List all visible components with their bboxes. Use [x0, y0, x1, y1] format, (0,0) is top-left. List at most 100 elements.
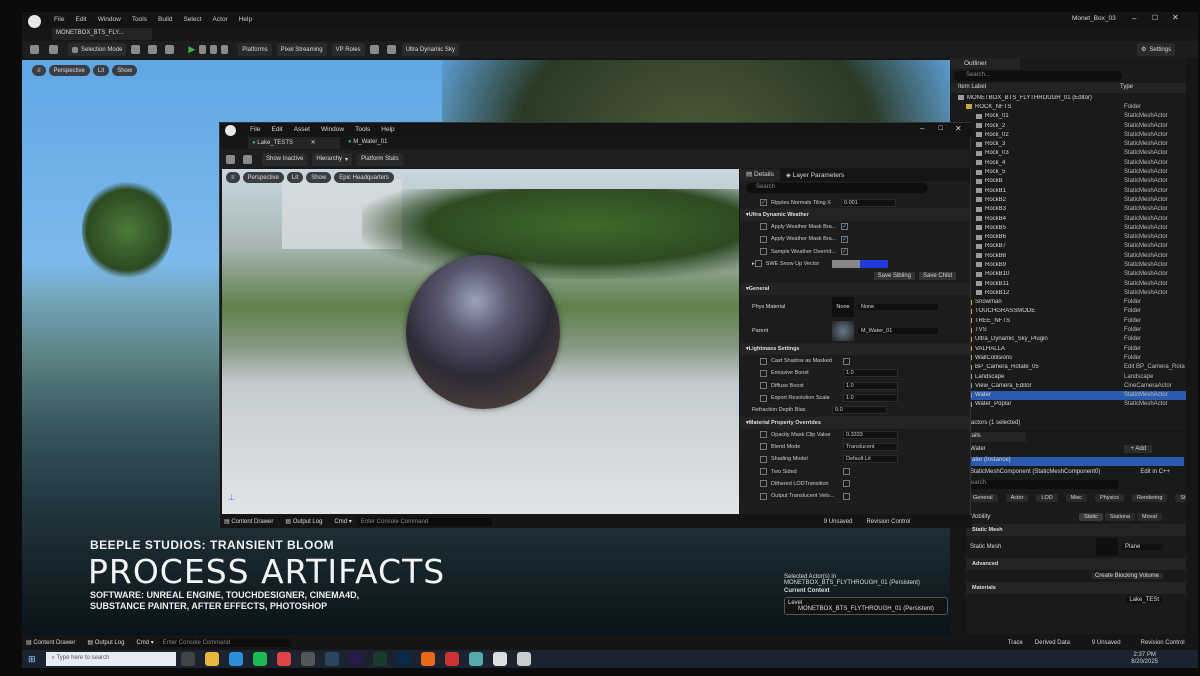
item-label-header[interactable]: Item Label	[958, 84, 1120, 92]
platform-stats-button[interactable]: Platform Stats	[357, 152, 403, 166]
details-tab-fg[interactable]: ▤ Details	[740, 169, 780, 181]
mpo-override-checkbox[interactable]	[760, 455, 767, 463]
mpo-override-checkbox[interactable]	[760, 431, 767, 439]
build-icon[interactable]	[369, 45, 379, 54]
unsaved-button[interactable]: 9 Unsaved	[1092, 640, 1121, 646]
outliner-row[interactable]: RockB4 StaticMeshActor	[958, 214, 1186, 223]
udw-row-1-checkbox[interactable]	[760, 223, 767, 231]
outliner-row[interactable]: ROCK_NFTS Folder	[958, 102, 1186, 111]
lightmass-value[interactable]: 1.0	[843, 394, 898, 403]
parent-dropdown[interactable]: M_Water_01	[858, 328, 938, 335]
hierarchy-button[interactable]: Hierarchy ▾	[312, 152, 353, 166]
parent-thumbnail[interactable]	[832, 321, 854, 342]
outliner-row[interactable]: RockB11 StaticMeshActor	[958, 279, 1186, 288]
outliner-row[interactable]: Rock_5 StaticMeshActor	[958, 167, 1186, 176]
udw-row-3-value[interactable]: ✓	[841, 248, 848, 256]
add-component-button[interactable]: + Add	[1124, 445, 1152, 453]
filter-rendering[interactable]: Rendering	[1132, 494, 1168, 502]
taskbar-search[interactable]: ⌕ Type here to search	[45, 652, 176, 666]
stop-icon[interactable]	[210, 45, 218, 54]
outliner-row[interactable]: Rock_4 StaticMeshActor	[958, 158, 1186, 167]
lightmass-override-checkbox[interactable]	[760, 369, 767, 377]
grid-icon[interactable]	[386, 45, 396, 54]
udw-row-3-checkbox[interactable]	[760, 248, 767, 256]
pixel-streaming-button[interactable]: Pixel Streaming	[276, 43, 327, 56]
console-input[interactable]: Enter Console Command	[159, 638, 290, 647]
outliner-row[interactable]: Water_Poplar StaticMeshActor	[958, 400, 1186, 409]
materials-section[interactable]: Materials	[966, 582, 1186, 594]
preview-lit-pill[interactable]: Lit	[286, 172, 304, 183]
preview-hdri-pill[interactable]: Epic Headquarters	[334, 172, 394, 183]
outliner-row[interactable]: VALHALLA Folder	[958, 344, 1186, 353]
mobility-stationary[interactable]: Stationa	[1104, 513, 1136, 521]
preview-perspective-pill[interactable]: Perspective	[242, 172, 284, 183]
outliner-row[interactable]: Rock_03 StaticMeshActor	[958, 149, 1186, 158]
filter-streaming[interactable]: Streaming	[1175, 494, 1186, 502]
details-search[interactable]: earch	[968, 480, 1118, 489]
mpo-value-checkbox[interactable]	[843, 468, 850, 475]
fg-details-search[interactable]: Search	[746, 183, 928, 193]
outliner-row[interactable]: RockB8 StaticMeshActor	[958, 251, 1186, 260]
mpo-override-checkbox[interactable]	[760, 480, 767, 488]
filter-physics[interactable]: Physics	[1095, 494, 1124, 502]
windows-start-icon[interactable]: ⊞	[28, 654, 36, 665]
viewport-menu-icon[interactable]: ≡	[32, 65, 46, 76]
edge-icon[interactable]	[228, 652, 243, 666]
material-dropdown[interactable]: Lake_TESt	[1126, 597, 1162, 603]
fg-maximize-icon[interactable]: ☐	[938, 125, 943, 132]
preview-viewport[interactable]: ≡ Perspective Lit Show Epic Headquarters…	[222, 169, 739, 514]
clock[interactable]: 2:37 PM 8/20/2025	[1131, 652, 1158, 666]
outliner-row[interactable]: Ultra_Dynamic_Sky_Plugin Folder	[958, 335, 1186, 344]
type-header[interactable]: Type	[1120, 84, 1133, 92]
outliner-row[interactable]: TREE_NFTS Folder	[958, 316, 1186, 325]
menu-window[interactable]: Window	[98, 16, 121, 23]
lightmass-section[interactable]: ▾ Lightmass Settings	[740, 343, 970, 356]
settings-button[interactable]: ⚙ Settings	[1137, 43, 1176, 56]
maximize-icon[interactable]: ☐	[1152, 14, 1158, 22]
fg-content-drawer-button[interactable]: ▤ Content Drawer	[224, 518, 273, 525]
play-icon[interactable]: ▶	[188, 44, 195, 55]
fg-menu-asset[interactable]: Asset	[294, 126, 310, 133]
substance-painter-icon[interactable]	[372, 652, 387, 666]
mpo-value[interactable]: 0.3333	[843, 430, 898, 439]
outliner-row[interactable]: RockB7 StaticMeshActor	[958, 242, 1186, 251]
trace-button[interactable]: Trace	[1008, 640, 1023, 646]
fg-tab-water[interactable]: ● M_Water_01	[344, 137, 424, 149]
content-drawer-button[interactable]: ▤ Content Drawer	[26, 639, 75, 646]
spotify-icon[interactable]	[252, 652, 267, 666]
outliner-row[interactable]: TOUCHGRASSMODE Folder	[958, 307, 1186, 316]
fg-minimize-icon[interactable]: –	[920, 124, 924, 133]
save-sibling-button[interactable]: Save Sibling	[873, 272, 915, 281]
save-child-button[interactable]: Save Child	[918, 272, 956, 281]
content-icon[interactable]	[49, 45, 58, 54]
outliner-row[interactable]: Rock_02 StaticMeshActor	[958, 130, 1186, 139]
file-explorer-icon[interactable]	[204, 652, 219, 666]
level-tab[interactable]: MONETBOX_BTS_FLY...	[52, 28, 152, 40]
outliner-row[interactable]: Rock_01 StaticMeshActor	[958, 112, 1186, 121]
outliner-row[interactable]: TVS Folder	[958, 325, 1186, 334]
lightmass-value[interactable]: 1.0	[843, 369, 898, 378]
details-tab[interactable]: tails	[966, 432, 1026, 442]
perspective-pill[interactable]: Perspective	[48, 65, 90, 76]
chrome-icon[interactable]	[276, 652, 291, 666]
fg-close-icon[interactable]: ✕	[955, 124, 962, 133]
mpo-override-checkbox[interactable]	[760, 468, 767, 475]
outliner-row[interactable]: MONETBOX_BTS_FLYTHROUGH_01 (Editor)	[958, 93, 1186, 102]
lit-pill[interactable]: Lit	[92, 65, 110, 76]
lightmass-value-checkbox[interactable]	[843, 357, 850, 365]
outliner-search[interactable]: Search...	[954, 71, 1122, 81]
lightmass-override-checkbox[interactable]	[760, 382, 767, 390]
layer-parameters-tab[interactable]: ◈ Layer Parameters	[780, 171, 850, 179]
ripple-input[interactable]: 0.001	[841, 198, 896, 207]
mesh-dropdown[interactable]: Plane	[1122, 544, 1162, 550]
outliner-row[interactable]: RockB3 StaticMeshActor	[958, 205, 1186, 214]
task-view-icon[interactable]	[180, 652, 195, 666]
outliner-row[interactable]: Rock_2 StaticMeshActor	[958, 121, 1186, 130]
menu-edit[interactable]: Edit	[75, 16, 86, 23]
chrome-alt-icon[interactable]	[444, 652, 459, 666]
eject-icon[interactable]	[221, 45, 229, 54]
save-icon[interactable]	[30, 45, 39, 54]
component-label[interactable]: StaticMeshComponent (StaticMeshComponent…	[970, 469, 1140, 475]
revision-control-button[interactable]: Revision Control	[1141, 640, 1185, 646]
phys-material-thumbnail[interactable]: None	[832, 297, 854, 318]
